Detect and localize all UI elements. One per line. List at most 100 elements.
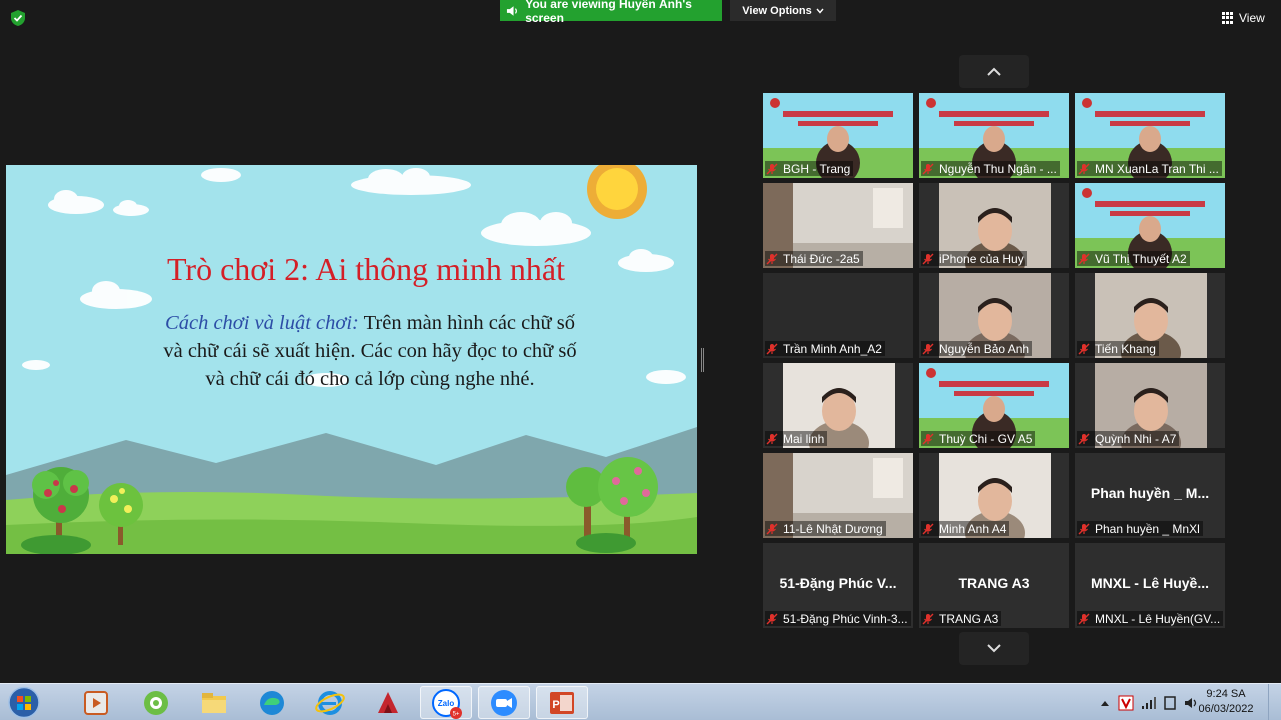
- chevron-down-icon: [987, 644, 1001, 653]
- participant-name-label: MNXL - Lê Huyền(GV...: [1077, 611, 1223, 626]
- participant-tile[interactable]: Quỳnh Nhi - A7: [1075, 363, 1225, 448]
- participant-name: 51-Đặng Phúc Vinh-3...: [783, 611, 908, 626]
- participant-name: Tiến Khang: [1095, 341, 1156, 356]
- signal-icon[interactable]: [1142, 696, 1156, 709]
- view-layout-button[interactable]: View: [1222, 8, 1265, 28]
- participant-tile[interactable]: Nguyễn Thu Ngân - ...: [919, 93, 1069, 178]
- chevron-down-icon: [816, 8, 824, 14]
- muted-mic-icon: [922, 433, 934, 444]
- participant-name-label: Mai linh: [765, 431, 828, 446]
- participant-tile[interactable]: Trần Minh Anh_A2: [763, 273, 913, 358]
- participant-tile[interactable]: 51-Đặng Phúc V... 51-Đặng Phúc Vinh-3...: [763, 543, 913, 628]
- slide-title: Trò chơi 2: Ai thông minh nhất: [167, 251, 565, 287]
- participant-display-name: MNXL - Lê Huyề...: [1091, 575, 1209, 591]
- participant-tile[interactable]: Thuỳ Chi - GV A5: [919, 363, 1069, 448]
- show-desktop-button[interactable]: [1268, 684, 1281, 720]
- slide-line-2: và chữ cái sẽ xuất hiện. Các con hãy đọc…: [163, 340, 577, 362]
- gallery-next-button[interactable]: [959, 632, 1029, 665]
- participant-tile[interactable]: MNXL - Lê Huyề... MNXL - Lê Huyền(GV...: [1075, 543, 1225, 628]
- taskbar-app[interactable]: [246, 686, 298, 719]
- split-resize-handle[interactable]: [701, 348, 704, 372]
- slide-line-1: Trên màn hình các chữ số: [363, 312, 575, 334]
- participant-name: Phan huyền _ MnXl: [1095, 521, 1200, 536]
- participant-name: TRANG A3: [939, 611, 999, 626]
- participant-name: 11-Lê Nhật Dương: [783, 521, 883, 536]
- device-icon[interactable]: [1164, 695, 1176, 710]
- participant-name-label: Trần Minh Anh_A2: [765, 341, 885, 356]
- slide-body: Cách chơi và luật chơi: Trên màn hình cá…: [130, 309, 610, 393]
- participant-name-label: Phan huyền _ MnXl: [1077, 521, 1203, 536]
- gallery-previous-button[interactable]: [959, 55, 1029, 88]
- participant-tile[interactable]: MN XuanLa Tran Thi ...: [1075, 93, 1225, 178]
- participant-name: Minh Anh A4: [939, 521, 1007, 536]
- muted-mic-icon: [1078, 163, 1090, 174]
- participant-name: MNXL - Lê Huyền(GV...: [1095, 611, 1221, 626]
- participant-name: iPhone của Huy: [939, 251, 1024, 266]
- windows-start-button[interactable]: [4, 686, 44, 719]
- participant-name-label: Thái Đức -2a5: [765, 251, 863, 266]
- participant-name: Nguyễn Bảo Anh: [939, 341, 1030, 356]
- muted-mic-icon: [922, 523, 934, 534]
- svg-text:Zalo: Zalo: [438, 699, 455, 708]
- taskbar-app[interactable]: [70, 686, 122, 719]
- taskbar-app[interactable]: Zalo 5+: [420, 686, 472, 719]
- participant-display-name: TRANG A3: [958, 575, 1030, 591]
- participant-tile[interactable]: BGH - Trang: [763, 93, 913, 178]
- edge-icon: [260, 690, 284, 715]
- zalo-icon: Zalo 5+: [432, 688, 462, 719]
- participant-tile[interactable]: 11-Lê Nhật Dương: [763, 453, 913, 538]
- participant-name-label: 11-Lê Nhật Dương: [765, 521, 886, 536]
- participant-name: Quỳnh Nhi - A7: [1095, 431, 1177, 446]
- participant-name-label: Nguyễn Bảo Anh: [921, 341, 1033, 356]
- tray-expand-icon[interactable]: [1100, 699, 1110, 707]
- taskbar-app[interactable]: [478, 686, 530, 719]
- autocad-icon: [378, 691, 398, 713]
- participant-name-label: Vũ Thị Thuyết A2: [1077, 251, 1190, 266]
- taskbar-app[interactable]: [188, 686, 240, 719]
- participant-name: Thái Đức -2a5: [783, 251, 860, 266]
- powerpoint-icon: P: [550, 691, 574, 714]
- muted-mic-icon: [766, 433, 778, 444]
- participant-tile[interactable]: iPhone của Huy: [919, 183, 1069, 268]
- zoom-icon: [491, 689, 517, 716]
- participant-tile[interactable]: Phan huyền _ M... Phan huyền _ MnXl: [1075, 453, 1225, 538]
- participant-tile[interactable]: Mai linh: [763, 363, 913, 448]
- participant-name-label: 51-Đặng Phúc Vinh-3...: [765, 611, 911, 626]
- muted-mic-icon: [922, 613, 934, 624]
- participant-tile[interactable]: TRANG A3 TRANG A3: [919, 543, 1069, 628]
- taskbar-app[interactable]: [362, 686, 414, 719]
- security-shield-icon[interactable]: [9, 9, 27, 27]
- zoom-meeting-window: You are viewing Huyền Ánh's screen View …: [0, 0, 1281, 720]
- taskbar-clock[interactable]: 9:24 SA 06/03/2022: [1196, 687, 1256, 717]
- participant-tile[interactable]: Vũ Thị Thuyết A2: [1075, 183, 1225, 268]
- participant-tile[interactable]: Minh Anh A4: [919, 453, 1069, 538]
- taskbar-app[interactable]: [130, 686, 182, 719]
- slide-line-3: và chữ cái đó cho cả lớp cùng nghe nhé.: [205, 368, 535, 390]
- participant-name: Mai linh: [783, 431, 825, 446]
- taskbar-app[interactable]: [304, 686, 356, 719]
- muted-mic-icon: [1078, 523, 1090, 534]
- shared-screen-slide: Trò chơi 2: Ai thông minh nhất Cách chơi…: [6, 165, 697, 554]
- participant-name-label: Minh Anh A4: [921, 521, 1010, 536]
- participant-name-label: Nguyễn Thu Ngân - ...: [921, 161, 1060, 176]
- participant-name: Vũ Thị Thuyết A2: [1095, 251, 1187, 266]
- participant-tile[interactable]: Tiến Khang: [1075, 273, 1225, 358]
- speaker-icon: [506, 5, 517, 16]
- taskbar-app[interactable]: P: [536, 686, 588, 719]
- participant-name-label: BGH - Trang: [765, 161, 854, 176]
- participant-name: BGH - Trang: [783, 161, 851, 176]
- svg-text:5+: 5+: [453, 711, 460, 717]
- media-player-icon: [84, 690, 108, 715]
- view-label: View: [1239, 11, 1265, 25]
- participant-name: Nguyễn Thu Ngân - ...: [939, 161, 1057, 176]
- participant-name-label: Thuỳ Chi - GV A5: [921, 431, 1036, 446]
- muted-mic-icon: [1078, 613, 1090, 624]
- coccoc-browser-icon: [144, 690, 168, 715]
- participant-name-label: TRANG A3: [921, 611, 1002, 626]
- view-options-button[interactable]: View Options: [730, 0, 836, 21]
- participant-tile[interactable]: Nguyễn Bảo Anh: [919, 273, 1069, 358]
- vietkey-icon[interactable]: [1118, 695, 1134, 711]
- participant-tile[interactable]: Thái Đức -2a5: [763, 183, 913, 268]
- participant-display-name: 51-Đặng Phúc V...: [779, 575, 897, 591]
- muted-mic-icon: [766, 343, 778, 354]
